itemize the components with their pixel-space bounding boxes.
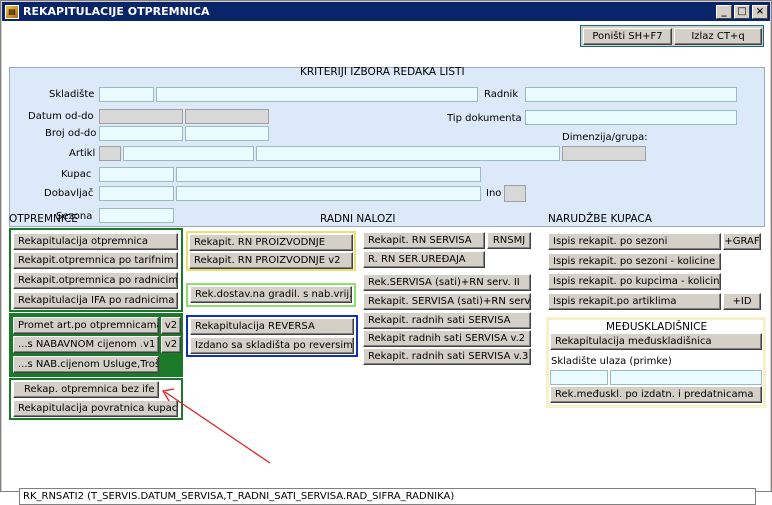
radnik-input[interactable] xyxy=(525,87,737,102)
dimenzija-label: Dimenzija/grupa: xyxy=(562,132,648,143)
rekap-tarifnim-button[interactable]: Rekapit.otpremnica po tarifnim br. xyxy=(13,252,178,269)
rekap-radnicima-button[interactable]: Rekapit.otpremnica po radnicima xyxy=(13,272,178,289)
app-window: ▤ REKAPITULACIJE OTPREMNICA _ □ × Poništ… xyxy=(0,0,772,505)
rek-izdatn-button[interactable]: Rek.međuskl. po izdatn. i predatnicama xyxy=(550,386,762,403)
window-title: REKAPITULACIJE OTPREMNICA xyxy=(23,5,210,18)
narudzbe-title: NARUDŽBE KUPACA xyxy=(548,213,652,225)
izdano-button[interactable]: Izdano sa skladišta po reversima xyxy=(190,337,354,354)
skladiste-ulaza-name-input[interactable] xyxy=(610,370,762,385)
maximize-icon[interactable]: □ xyxy=(734,4,750,19)
rn-proizvodnje-button[interactable]: Rekapit. RN PROIZVODNJE xyxy=(189,234,353,251)
servisa-sati2-button[interactable]: Rekapit. SERVISA (sati)+RN serv xyxy=(363,293,531,310)
ino-checkbox[interactable] xyxy=(504,185,526,202)
skladiste-name-input[interactable] xyxy=(156,87,478,102)
id-button[interactable]: +ID xyxy=(723,293,761,310)
artikl-code-input[interactable] xyxy=(123,146,254,161)
radnik-label: Radnik xyxy=(484,89,519,100)
datum-label: Datum od-do xyxy=(28,111,94,122)
skladiste-label: Skladište xyxy=(49,89,95,100)
kupac-name-input[interactable] xyxy=(176,167,481,182)
rnsmj-button[interactable]: RNSMJ xyxy=(487,232,531,249)
status-bar: RK_RNSATI2 (T_SERVIS.DATUM_SERVISA,T_RAD… xyxy=(19,488,756,505)
rekap-ifa-button[interactable]: Rekapitulacija IFA po radnicima xyxy=(13,292,178,309)
nabavnom-v2-button[interactable]: v2 xyxy=(161,336,181,353)
artikl-label: Artikl xyxy=(69,148,96,159)
artikl-prefix-input[interactable] xyxy=(99,146,121,161)
broj-label: Broj od-do xyxy=(45,128,97,139)
otpremnice-title: OTPREMNICE xyxy=(9,213,78,225)
app-icon: ▤ xyxy=(5,4,19,19)
close-icon[interactable]: × xyxy=(752,4,768,19)
skladiste-ulaza-code-input[interactable] xyxy=(550,370,608,385)
reversa-button[interactable]: Rekapitulacija REVERSA xyxy=(190,318,354,335)
servisa-sati-button[interactable]: Rek.SERVISA (sati)+RN serv. II xyxy=(363,274,531,291)
graf-button[interactable]: +GRAF xyxy=(723,233,761,250)
dobavljac-label: Dobavljač xyxy=(44,188,94,199)
dimenzija-input[interactable] xyxy=(562,146,646,161)
broj-from-input[interactable] xyxy=(99,126,183,141)
ino-label: Ino xyxy=(486,188,502,199)
ser-uredaja-button[interactable]: R. RN SER.UREĐAJA xyxy=(363,251,485,268)
minimize-icon[interactable]: _ xyxy=(716,4,732,19)
dobavljac-code-input[interactable] xyxy=(99,186,174,201)
sezona-input[interactable] xyxy=(99,208,174,223)
radnih-sati-button[interactable]: Rekapit. radnih sati SERVISA xyxy=(363,312,531,329)
radnih-sati-v3-button[interactable]: Rekapit. radnih sati SERVISA v.3 xyxy=(363,348,531,365)
tip-dokumenta-label: Tip dokumenta xyxy=(447,113,522,124)
criteria-title: KRITERIJI IZBORA REDAKA LISTI xyxy=(300,66,465,78)
ponisti-button[interactable]: Poništi SH+F7 xyxy=(583,28,672,45)
izlaz-button[interactable]: Izlaz CT+q xyxy=(674,28,762,45)
dobavljac-name-input[interactable] xyxy=(176,186,481,201)
datum-from-input[interactable] xyxy=(99,109,183,124)
skladiste-ulaza-label: Skladište ulaza (primke) xyxy=(551,356,672,367)
rekap-otpremnica-button[interactable]: Rekapitulacija otpremnica xyxy=(13,233,178,250)
artikl-name-input[interactable] xyxy=(256,146,560,161)
sezoni-kolicine-button[interactable]: Ispis rekapit. po sezoni - kolicine xyxy=(548,253,721,270)
tip-dokumenta-input[interactable] xyxy=(525,110,737,125)
meduskladisnice-title: MEĐUSKLADIŠNICE xyxy=(606,321,708,333)
radnih-sati-v2-button[interactable]: Rekapit radnih sati SERVISA v.2 xyxy=(363,330,531,347)
nabavnom-button[interactable]: ...s NABAVNOM cijenom .v1 xyxy=(13,336,159,353)
rn-servisa-button[interactable]: Rekapit. RN SERVISA xyxy=(363,232,485,249)
promet-v2-button[interactable]: v2 xyxy=(161,317,181,334)
title-bar: ▤ REKAPITULACIJE OTPREMNICA _ □ × xyxy=(2,2,770,21)
rn-proizvodnje-v2-button[interactable]: Rekapit. RN PROIZVODNJE v2 xyxy=(189,252,353,269)
kupcima-kolicine-button[interactable]: Ispis rekapit. po kupcima - kolicine xyxy=(548,273,721,290)
broj-to-input[interactable] xyxy=(185,126,269,141)
datum-to-input[interactable] xyxy=(185,109,269,124)
promet-button[interactable]: Promet art.po otpremnicama xyxy=(13,317,159,334)
po-artiklima-button[interactable]: Ispis rekapit.po artiklima xyxy=(548,293,721,310)
criteria-panel: KRITERIJI IZBORA REDAKA LISTI Skladište … xyxy=(9,66,765,227)
povratnica-button[interactable]: Rekapitulacija povratnica kupaca xyxy=(13,400,178,417)
skladiste-code-input[interactable] xyxy=(99,87,154,102)
kupac-label: Kupac xyxy=(61,169,92,180)
bez-ife-button[interactable]: Rekap. otpremnica bez ife xyxy=(13,381,159,398)
radni-nalozi-title: RADNI NALOZI xyxy=(320,213,396,225)
client-area: Poništi SH+F7 Izlaz CT+q KRITERIJI IZBOR… xyxy=(2,21,770,505)
nab-usluge-button[interactable]: ...s NAB.cijenom Usluge,Troš xyxy=(13,356,159,373)
meduskladisnica-button[interactable]: Rekapitulacija međuskladišnica xyxy=(550,333,762,350)
po-sezoni-button[interactable]: Ispis rekapit. po sezoni xyxy=(548,233,721,250)
kupac-code-input[interactable] xyxy=(99,167,174,182)
dostav-button[interactable]: Rek.dostav.na gradil. s nab.vrij. xyxy=(190,286,352,303)
